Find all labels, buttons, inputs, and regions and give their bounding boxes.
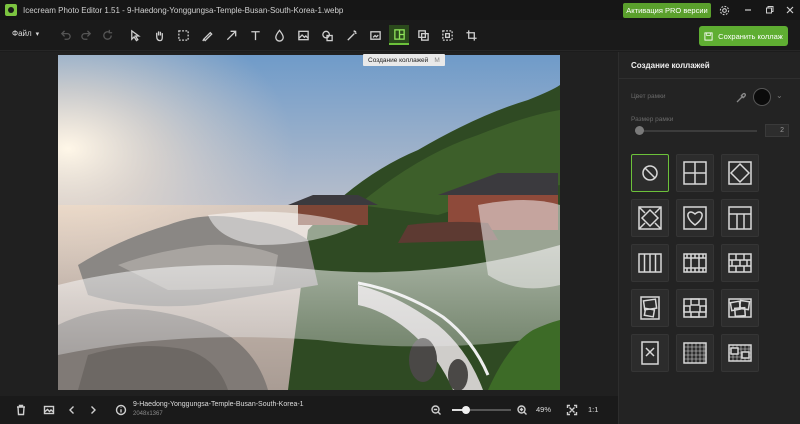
collage-tool-icon[interactable]: [389, 25, 409, 45]
layout-film-strip[interactable]: [676, 244, 714, 282]
layout-checker-scatter[interactable]: [721, 334, 759, 372]
window-title: Icecream Photo Editor 1.51 - 9-Haedong-Y…: [23, 5, 344, 15]
layout-columns[interactable]: [631, 244, 669, 282]
frame-color-swatch[interactable]: [753, 88, 771, 106]
fit-screen-icon[interactable]: [563, 401, 581, 419]
image-icon[interactable]: [293, 25, 313, 45]
columns-icon: [638, 253, 662, 273]
film-strip-icon: [683, 253, 707, 273]
layout-diamond[interactable]: [721, 154, 759, 192]
image-dimensions: 2048x1367: [133, 411, 163, 417]
file-name: 9-Haedong-Yonggungsa-Temple-Busan-South-…: [133, 401, 304, 408]
marquee-icon[interactable]: [173, 25, 193, 45]
panel-divider: [619, 78, 800, 79]
zoom-in-icon[interactable]: [513, 401, 531, 419]
diamond-layout-icon: [728, 161, 752, 185]
trash-icon[interactable]: [12, 401, 30, 419]
color-dropdown-chevron-icon[interactable]: ⌄: [776, 91, 783, 100]
pro-activation-button[interactable]: Активация PRO версии: [623, 3, 711, 18]
select-arrow-icon[interactable]: [125, 25, 145, 45]
polaroid-cross-icon: [683, 298, 707, 318]
scatter-layout-icon: [640, 296, 660, 320]
layout-scatter[interactable]: [631, 289, 669, 327]
crop-icon[interactable]: [461, 25, 481, 45]
collage-panel: Создание коллажей Цвет рамки ⌄ Размер ра…: [618, 52, 800, 424]
chevron-down-icon: ▾: [35, 30, 40, 38]
save-collage-button[interactable]: Сохранить коллаж: [699, 26, 788, 46]
layout-diamond-frame[interactable]: [631, 199, 669, 237]
layout-none[interactable]: [631, 154, 669, 192]
no-layout-icon: [642, 165, 658, 181]
tooltip-label: Создание коллажей: [368, 56, 429, 64]
save-icon: [704, 31, 713, 41]
save-collage-label: Сохранить коллаж: [718, 31, 783, 41]
bottom-bar: 9-Haedong-Yonggungsa-Temple-Busan-South-…: [0, 396, 618, 424]
layout-heart[interactable]: [676, 199, 714, 237]
frame-color-label: Цвет рамки: [631, 93, 666, 100]
layout-header-split[interactable]: [721, 199, 759, 237]
canvas-area[interactable]: [0, 52, 618, 396]
drop-icon[interactable]: [269, 25, 289, 45]
frame-size-input[interactable]: 2: [765, 124, 789, 137]
panel-title: Создание коллажей: [631, 61, 710, 70]
tooltip-shortcut: M: [434, 56, 440, 64]
layout-cross-photo[interactable]: [631, 334, 669, 372]
header-split-icon: [728, 206, 752, 230]
layout-checker-strip[interactable]: [676, 334, 714, 372]
layout-polaroid-cross[interactable]: [676, 289, 714, 327]
diamond-frame-icon: [638, 206, 662, 230]
collage-tooltip: Создание коллажей M: [363, 54, 445, 66]
layers-icon[interactable]: [413, 25, 433, 45]
next-icon[interactable]: [84, 401, 102, 419]
bricks-icon: [728, 253, 752, 273]
magic-wand-icon[interactable]: [341, 25, 361, 45]
previous-icon[interactable]: [63, 401, 81, 419]
zoom-percentage: 49%: [536, 405, 552, 414]
settings-icon[interactable]: [716, 2, 732, 18]
shapes-icon[interactable]: [317, 25, 337, 45]
main-toolbar: Файл ▾ Сохранить коллаж: [0, 20, 800, 51]
hand-icon[interactable]: [149, 25, 169, 45]
frame-crop-icon[interactable]: [365, 25, 385, 45]
actual-size-button[interactable]: 1:1: [588, 405, 598, 414]
minimize-icon[interactable]: [740, 2, 756, 18]
frame-size-slider[interactable]: [635, 130, 757, 132]
file-menu[interactable]: Файл ▾: [12, 29, 39, 38]
photo-preview[interactable]: [58, 55, 560, 390]
tilted-photos-icon: [728, 298, 752, 318]
close-icon[interactable]: [782, 2, 798, 18]
frame-size-thumb[interactable]: [635, 126, 644, 135]
grid-2x2-icon: [683, 161, 707, 185]
undo-icon[interactable]: [55, 25, 75, 45]
layout-tilted-photos[interactable]: [721, 289, 759, 327]
checker-scatter-icon: [728, 344, 752, 362]
temple-photo: [58, 55, 560, 390]
zoom-slider-thumb[interactable]: [462, 406, 470, 414]
eyedropper-icon[interactable]: [735, 91, 747, 103]
layout-grid-2x2[interactable]: [676, 154, 714, 192]
brush-icon[interactable]: [197, 25, 217, 45]
gallery-icon[interactable]: [40, 401, 58, 419]
app-icon: [5, 4, 17, 16]
maximize-icon[interactable]: [761, 2, 777, 18]
checker-strip-icon: [683, 342, 707, 364]
info-icon[interactable]: [112, 401, 130, 419]
file-menu-label: Файл: [12, 29, 32, 38]
cross-photo-icon: [641, 341, 659, 365]
reset-icon[interactable]: [97, 25, 117, 45]
redo-icon[interactable]: [76, 25, 96, 45]
layout-bricks[interactable]: [721, 244, 759, 282]
zoom-slider[interactable]: [452, 406, 511, 414]
zoom-out-icon[interactable]: [427, 401, 445, 419]
heart-layout-icon: [683, 206, 707, 230]
title-bar: Icecream Photo Editor 1.51 - 9-Haedong-Y…: [0, 0, 800, 20]
text-tool-icon[interactable]: [245, 25, 265, 45]
transform-icon[interactable]: [437, 25, 457, 45]
frame-size-label: Размер рамки: [631, 116, 674, 123]
arrow-tool-icon[interactable]: [221, 25, 241, 45]
